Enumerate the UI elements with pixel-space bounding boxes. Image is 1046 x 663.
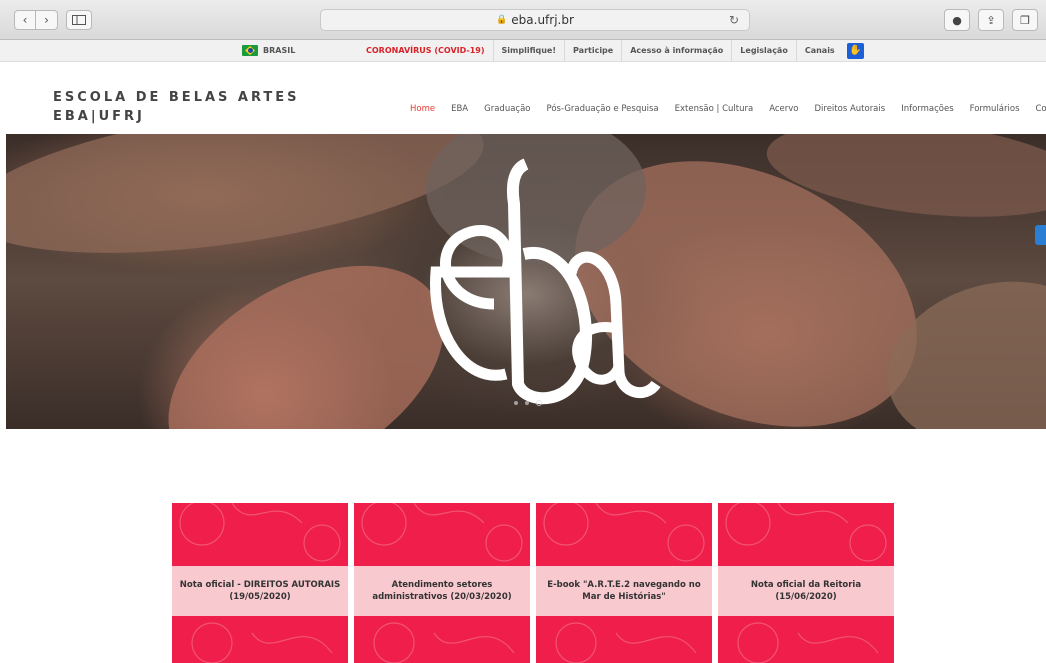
slider-dots bbox=[514, 400, 542, 406]
hero-slider[interactable] bbox=[6, 134, 1046, 429]
sidebar-icon bbox=[72, 15, 86, 25]
chevron-right-icon: › bbox=[44, 13, 49, 27]
news-card[interactable]: Nota oficial da Reitoria (15/06/2020) bbox=[718, 503, 894, 663]
address-bar[interactable]: 🔒 eba.ufrj.br ↻ bbox=[320, 9, 750, 31]
site-brand[interactable]: ESCOLA DE BELAS ARTES EBA|UFRJ bbox=[53, 88, 300, 126]
accessibility-hand-icon[interactable]: ✋ bbox=[846, 43, 864, 59]
nav-extensao-cultura[interactable]: Extensão | Cultura bbox=[675, 104, 754, 114]
accessibility-side-tab[interactable] bbox=[1035, 225, 1046, 245]
card-title-band: E-book "A.R.T.E.2 navegando no Mar de Hi… bbox=[536, 566, 712, 616]
gov-brasil-link[interactable]: BRASIL bbox=[242, 45, 295, 56]
news-cards: Nota oficial - DIREITOS AUTORAIS (19/05/… bbox=[172, 503, 894, 663]
card-title: Atendimento setores administrativos (20/… bbox=[372, 580, 512, 602]
nav-acervo[interactable]: Acervo bbox=[769, 104, 798, 114]
downloads-button[interactable]: ● bbox=[944, 9, 970, 31]
gov-link-legislacao[interactable]: Legislação bbox=[731, 40, 796, 62]
slider-dot[interactable] bbox=[525, 401, 529, 405]
gov-link-canais[interactable]: Canais bbox=[795, 40, 843, 62]
nav-graduacao[interactable]: Graduação bbox=[484, 104, 530, 114]
nav-eba[interactable]: EBA bbox=[451, 104, 468, 114]
slider-dot-active[interactable] bbox=[536, 400, 542, 406]
card-title-band: Nota oficial - DIREITOS AUTORAIS (19/05/… bbox=[172, 566, 348, 616]
gov-link-coronavirus[interactable]: CORONAVÍRUS (COVID-19) bbox=[358, 40, 493, 62]
forward-button[interactable]: › bbox=[36, 10, 58, 30]
reload-icon[interactable]: ↻ bbox=[729, 13, 739, 27]
card-title-band: Nota oficial da Reitoria (15/06/2020) bbox=[718, 566, 894, 616]
brand-line-1: ESCOLA DE BELAS ARTES bbox=[53, 90, 300, 105]
brand-line-2: EBA|UFRJ bbox=[53, 109, 145, 124]
card-title: Nota oficial da Reitoria (15/06/2020) bbox=[750, 580, 862, 602]
main-nav: Home EBA Graduação Pós-Graduação e Pesqu… bbox=[410, 104, 1046, 114]
card-title-band: Atendimento setores administrativos (20/… bbox=[354, 566, 530, 616]
card-title: Nota oficial - DIREITOS AUTORAIS (19/05/… bbox=[179, 580, 341, 602]
gov-brasil-label: BRASIL bbox=[263, 46, 296, 55]
slider-dot[interactable] bbox=[514, 401, 518, 405]
browser-toolbar: ‹ › 🔒 eba.ufrj.br ↻ ● ⇪ ❐ bbox=[0, 0, 1046, 40]
gov-link-simplifique[interactable]: Simplifique! bbox=[492, 40, 564, 62]
nav-informacoes[interactable]: Informações bbox=[901, 104, 953, 114]
tabs-icon: ❐ bbox=[1020, 13, 1030, 27]
share-icon: ⇪ bbox=[986, 13, 996, 27]
news-card[interactable]: E-book "A.R.T.E.2 navegando no Mar de Hi… bbox=[536, 503, 712, 663]
news-card[interactable]: Atendimento setores administrativos (20/… bbox=[354, 503, 530, 663]
nav-formularios[interactable]: Formulários bbox=[970, 104, 1020, 114]
back-button[interactable]: ‹ bbox=[14, 10, 36, 30]
browser-actions: ● ⇪ ❐ bbox=[944, 9, 1038, 31]
sidebar-toggle-button[interactable] bbox=[66, 10, 92, 30]
nav-direitos-autorais[interactable]: Direitos Autorais bbox=[814, 104, 885, 114]
gov-links: CORONAVÍRUS (COVID-19) Simplifique! Part… bbox=[358, 40, 864, 62]
nav-contato[interactable]: Contato bbox=[1036, 104, 1046, 114]
chevron-left-icon: ‹ bbox=[22, 13, 28, 27]
brazil-flag-icon bbox=[242, 45, 258, 56]
history-buttons: ‹ › bbox=[14, 10, 58, 30]
eba-logo-icon bbox=[430, 158, 661, 405]
gov-bar: BRASIL CORONAVÍRUS (COVID-19) Simplifiqu… bbox=[0, 40, 1046, 62]
gov-link-participe[interactable]: Participe bbox=[564, 40, 621, 62]
address-url: eba.ufrj.br bbox=[511, 13, 574, 27]
tabs-button[interactable]: ❐ bbox=[1012, 9, 1038, 31]
news-card[interactable]: Nota oficial - DIREITOS AUTORAIS (19/05/… bbox=[172, 503, 348, 663]
share-button[interactable]: ⇪ bbox=[978, 9, 1004, 31]
card-title: E-book "A.R.T.E.2 navegando no Mar de Hi… bbox=[547, 580, 701, 602]
nav-home[interactable]: Home bbox=[410, 104, 435, 114]
download-icon: ● bbox=[952, 13, 962, 27]
gov-link-acesso-informacao[interactable]: Acesso à informação bbox=[621, 40, 731, 62]
nav-pos-graduacao[interactable]: Pós-Graduação e Pesquisa bbox=[547, 104, 659, 114]
lock-icon: 🔒 bbox=[496, 15, 508, 25]
